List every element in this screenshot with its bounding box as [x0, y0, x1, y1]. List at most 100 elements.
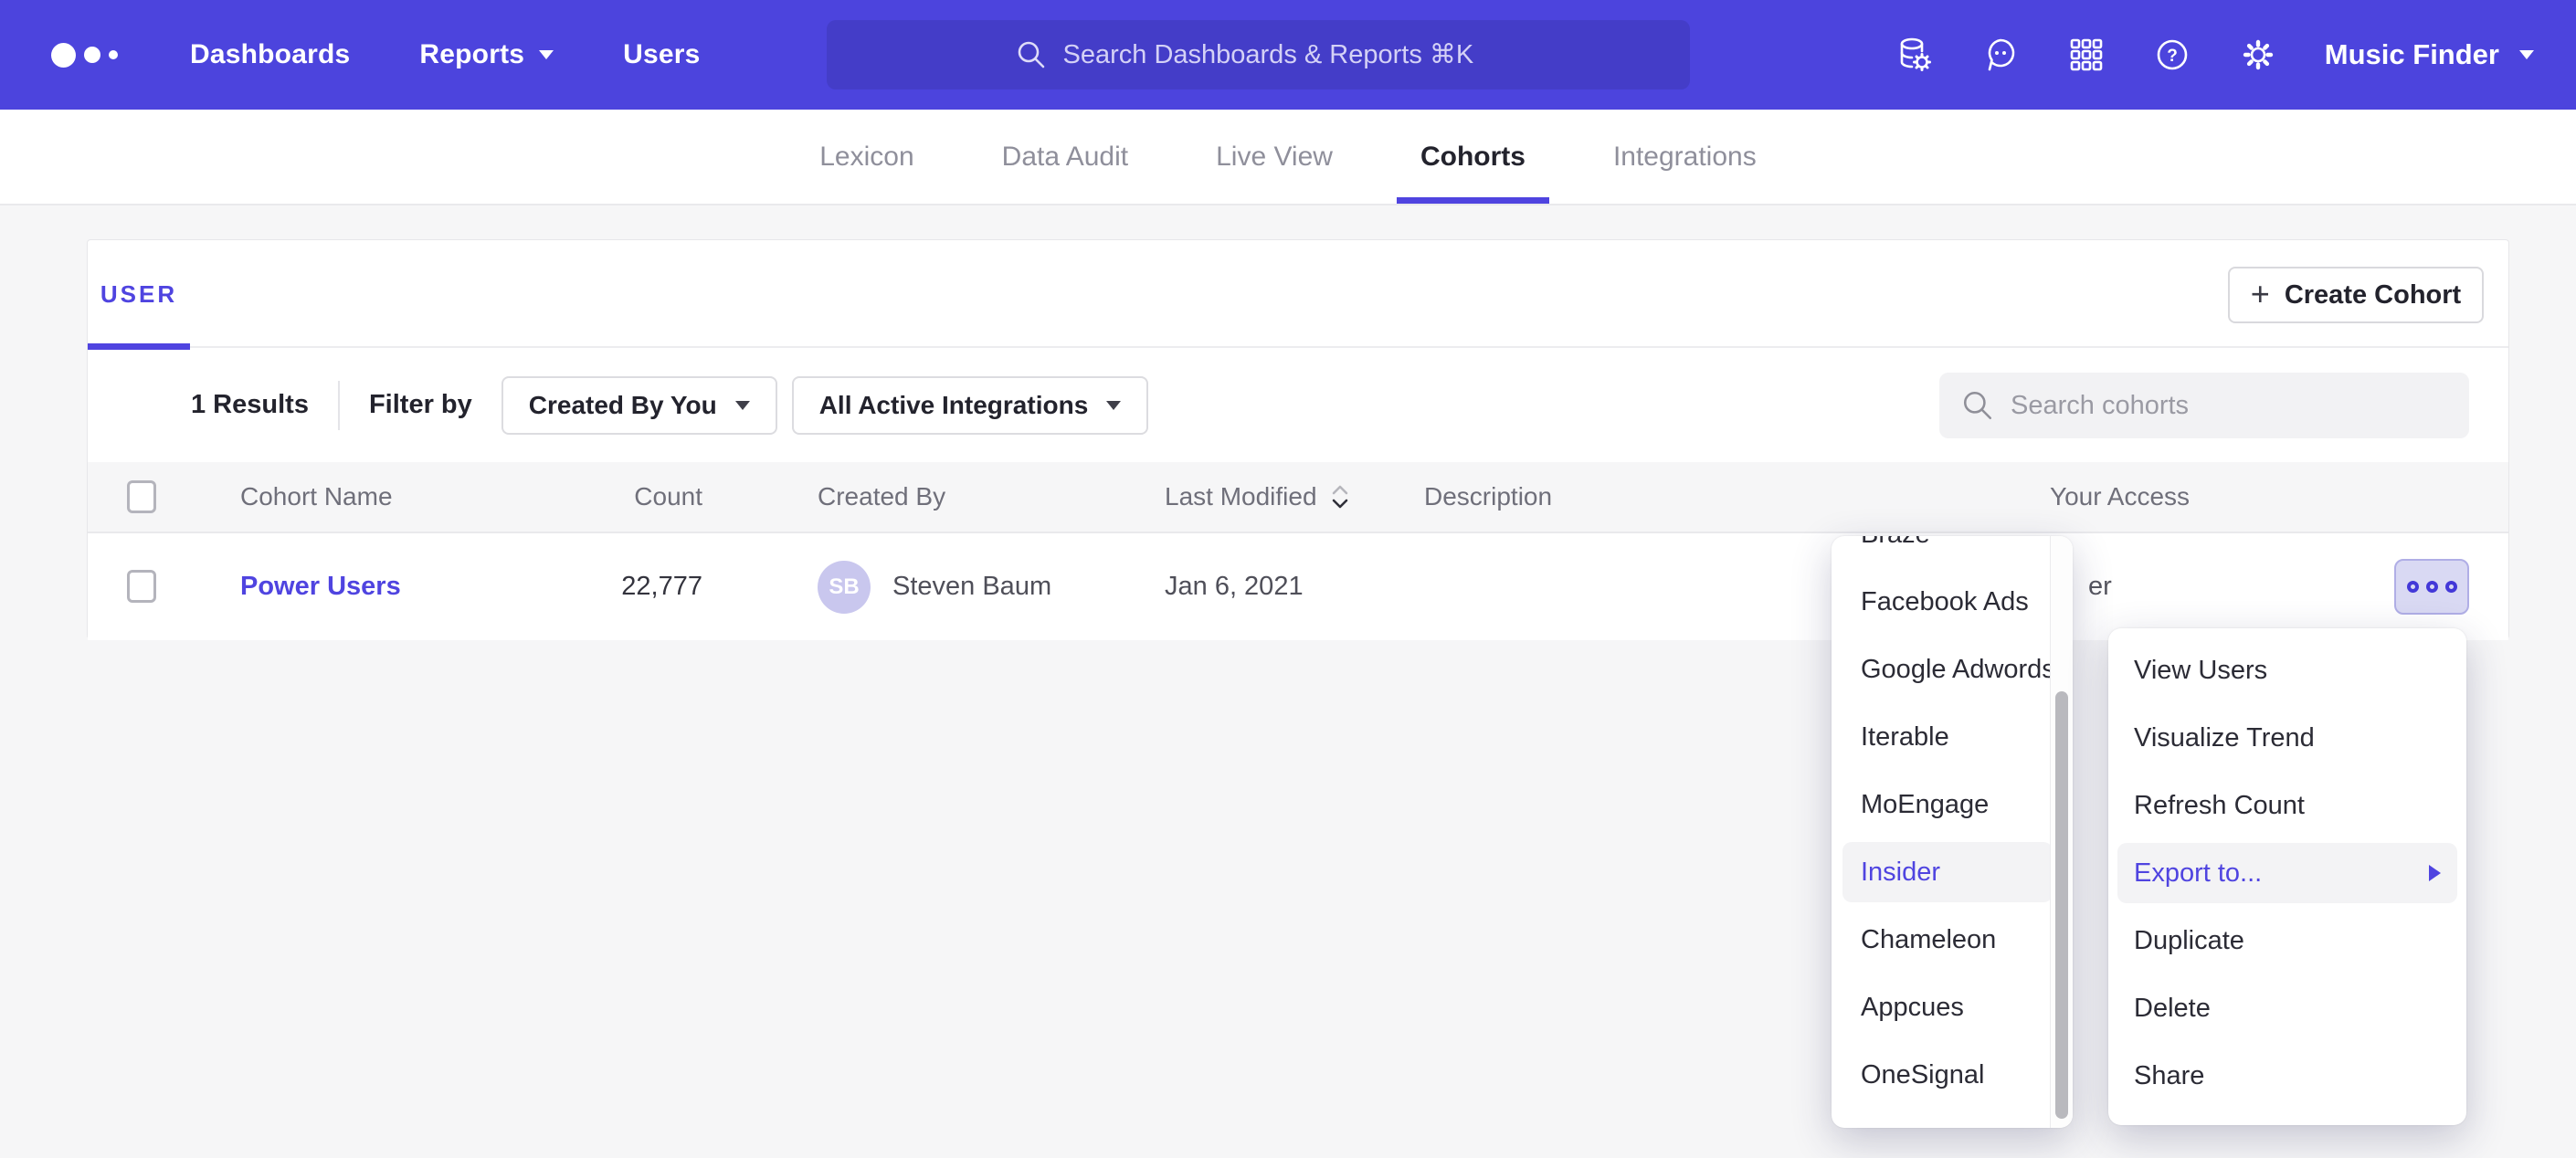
- create-cohort-label: Create Cohort: [2285, 280, 2461, 311]
- nav-link-users[interactable]: Users: [588, 0, 734, 110]
- global-search[interactable]: [827, 20, 1690, 89]
- menu-item-label: Visualize Trend: [2134, 723, 2315, 753]
- column-header-created-by[interactable]: Created By: [818, 462, 945, 532]
- creator-name: Steven Baum: [892, 572, 1051, 602]
- tab-cohorts[interactable]: Cohorts: [1377, 110, 1569, 204]
- submenu-item-onesignal[interactable]: OneSignal: [1832, 1041, 2073, 1109]
- menu-item-label: Refresh Count: [2134, 791, 2305, 821]
- select-all-checkbox[interactable]: [127, 480, 156, 513]
- tab-label: Data Audit: [1002, 142, 1128, 173]
- tab-lexicon[interactable]: Lexicon: [776, 110, 957, 204]
- svg-text:?: ?: [2167, 47, 2178, 66]
- column-header-your-access[interactable]: Your Access: [2050, 462, 2190, 532]
- cohort-type-header: USER + Create Cohort: [88, 240, 2508, 348]
- cohort-search-input[interactable]: [2011, 391, 2412, 421]
- mixpanel-logo-icon[interactable]: [51, 43, 139, 68]
- submenu-item-label: MoEngage: [1861, 790, 1989, 820]
- cohort-name-link[interactable]: Power Users: [240, 572, 401, 602]
- tab-data-audit[interactable]: Data Audit: [958, 110, 1172, 204]
- chevron-down-icon: [735, 401, 750, 410]
- submenu-item-label: Google Adwords: [1861, 655, 2055, 685]
- tab-live-view[interactable]: Live View: [1172, 110, 1377, 204]
- feedback-button[interactable]: [1958, 0, 2043, 110]
- submenu-item-braze[interactable]: Braze: [1832, 536, 2073, 568]
- column-header-description[interactable]: Description: [1424, 462, 1552, 532]
- feedback-bubble-icon: [1980, 35, 2021, 75]
- row-checkbox[interactable]: [127, 570, 156, 603]
- column-header-last-modified[interactable]: Last Modified: [1165, 462, 1350, 532]
- submenu-item-label: Appcues: [1861, 993, 1964, 1023]
- menu-item-visualize-trend[interactable]: Visualize Trend: [2108, 704, 2466, 772]
- project-switcher[interactable]: Music Finder: [2325, 38, 2534, 71]
- submenu-scrollbar-thumb[interactable]: [2055, 691, 2068, 1119]
- row-context-menu: View Users Visualize Trend Refresh Count…: [2108, 628, 2466, 1125]
- menu-item-share[interactable]: Share: [2108, 1042, 2466, 1110]
- nav-right-cluster: ? Music Finder: [1872, 0, 2576, 110]
- cohort-count: 22,777: [526, 533, 702, 640]
- cohorts-page: Dashboards Reports Users: [0, 0, 2576, 1158]
- data-governance-button[interactable]: [1872, 0, 1958, 110]
- submenu-item-iterable[interactable]: Iterable: [1832, 703, 2073, 771]
- user-tab-label: USER: [100, 280, 177, 309]
- submenu-item-facebook-ads[interactable]: Facebook Ads: [1832, 568, 2073, 636]
- more-dots-icon: [2445, 581, 2457, 593]
- table-row: Power Users 22,777 SB Steven Baum Jan 6,…: [88, 533, 2508, 640]
- tab-integrations[interactable]: Integrations: [1569, 110, 1800, 204]
- creator-avatar: SB: [818, 561, 871, 614]
- settings-button[interactable]: [2215, 0, 2301, 110]
- top-nav: Dashboards Reports Users: [0, 0, 2576, 110]
- menu-item-delete[interactable]: Delete: [2108, 974, 2466, 1042]
- column-header-label: Last Modified: [1165, 482, 1317, 511]
- cohort-search[interactable]: [1939, 373, 2469, 438]
- create-cohort-button[interactable]: + Create Cohort: [2228, 267, 2484, 323]
- nav-link-label: Reports: [419, 39, 524, 70]
- primary-nav: Dashboards Reports Users: [155, 0, 735, 110]
- menu-item-label: Export to...: [2134, 858, 2262, 889]
- column-header-name[interactable]: Cohort Name: [240, 462, 393, 532]
- nav-link-dashboards[interactable]: Dashboards: [155, 0, 385, 110]
- results-count: 1 Results: [191, 390, 309, 420]
- data-governance-icon: [1895, 35, 1935, 75]
- help-button[interactable]: ?: [2129, 0, 2215, 110]
- menu-item-label: Duplicate: [2134, 926, 2244, 956]
- submenu-item-chameleon[interactable]: Chameleon: [1832, 906, 2073, 974]
- more-dots-icon: [2407, 581, 2419, 593]
- chevron-down-icon: [539, 50, 554, 59]
- global-search-input[interactable]: [1063, 40, 1502, 70]
- context-menu-list: View Users Visualize Trend Refresh Count…: [2108, 637, 2466, 1110]
- submenu-item-insider[interactable]: Insider: [1842, 842, 2053, 902]
- dropdown-value: Created By You: [529, 391, 717, 420]
- divider: [338, 381, 340, 430]
- export-submenu: Braze Facebook Ads Google Adwords Iterab…: [1832, 536, 2073, 1128]
- menu-item-view-users[interactable]: View Users: [2108, 637, 2466, 704]
- search-icon: [1016, 39, 1047, 70]
- cohorts-card: USER + Create Cohort 1 Results Filter by…: [87, 239, 2509, 639]
- apps-grid-button[interactable]: [2043, 0, 2129, 110]
- menu-item-refresh-count[interactable]: Refresh Count: [2108, 772, 2466, 839]
- integrations-dropdown[interactable]: All Active Integrations: [792, 376, 1149, 435]
- submenu-arrow-icon: [2429, 865, 2441, 881]
- menu-item-duplicate[interactable]: Duplicate: [2108, 907, 2466, 974]
- tab-label: Live View: [1216, 142, 1333, 173]
- nav-link-reports[interactable]: Reports: [385, 0, 588, 110]
- menu-item-export-to[interactable]: Export to...: [2117, 843, 2457, 903]
- table-header: Cohort Name Count Created By Last Modifi…: [88, 462, 2508, 533]
- tab-user-cohorts[interactable]: USER: [88, 240, 190, 348]
- nav-link-label: Dashboards: [190, 39, 350, 70]
- submenu-item-google-adwords[interactable]: Google Adwords: [1832, 636, 2073, 703]
- row-actions-button[interactable]: [2394, 559, 2469, 615]
- created-by-dropdown[interactable]: Created By You: [501, 376, 777, 435]
- dropdown-value: All Active Integrations: [819, 391, 1089, 420]
- chevron-down-icon: [2519, 50, 2534, 59]
- submenu-item-label: Insider: [1861, 858, 1940, 888]
- submenu-item-moengage[interactable]: MoEngage: [1832, 771, 2073, 838]
- filter-bar: 1 Results Filter by Created By You All A…: [88, 348, 2508, 462]
- column-header-count[interactable]: Count: [526, 462, 702, 532]
- sort-icon: [1330, 483, 1350, 511]
- export-submenu-list: Braze Facebook Ads Google Adwords Iterab…: [1832, 536, 2073, 1109]
- tab-label: Cohorts: [1420, 142, 1526, 173]
- search-icon: [1961, 389, 1994, 422]
- submenu-item-appcues[interactable]: Appcues: [1832, 974, 2073, 1041]
- last-modified-cell: Jan 6, 2021: [1165, 533, 1304, 640]
- apps-grid-icon: [2066, 35, 2106, 75]
